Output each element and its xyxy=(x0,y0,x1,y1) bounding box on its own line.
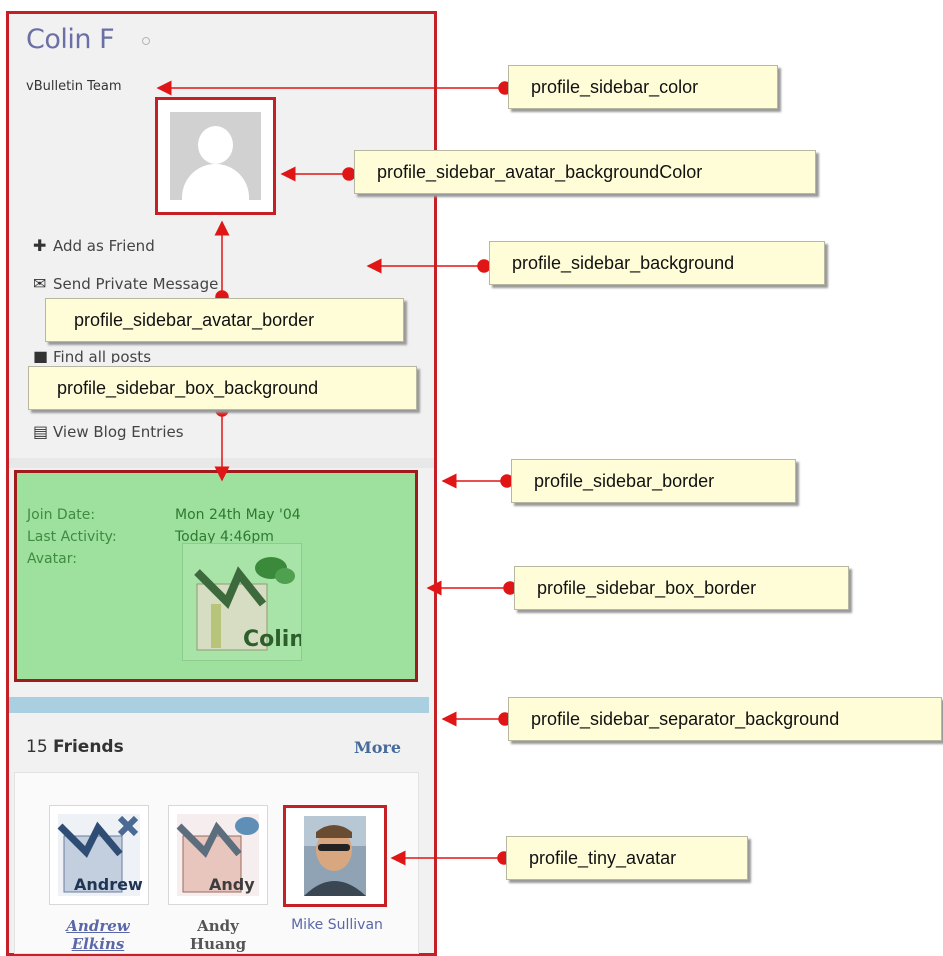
callout-avatar-background-color: profile_sidebar_avatar_backgroundColor xyxy=(354,150,816,194)
callout-separator-background: profile_sidebar_separator_background xyxy=(508,697,942,741)
callout-sidebar-color: profile_sidebar_color xyxy=(508,65,778,109)
callout-sidebar-border: profile_sidebar_border xyxy=(511,459,796,503)
callout-tiny-avatar: profile_tiny_avatar xyxy=(506,836,748,880)
annotation-arrows xyxy=(156,80,517,866)
callout-box-background: profile_sidebar_box_background xyxy=(28,366,417,410)
callout-sidebar-background: profile_sidebar_background xyxy=(489,241,825,285)
callout-avatar-border: profile_sidebar_avatar_border xyxy=(45,298,404,342)
callout-box-border: profile_sidebar_box_border xyxy=(514,566,849,610)
